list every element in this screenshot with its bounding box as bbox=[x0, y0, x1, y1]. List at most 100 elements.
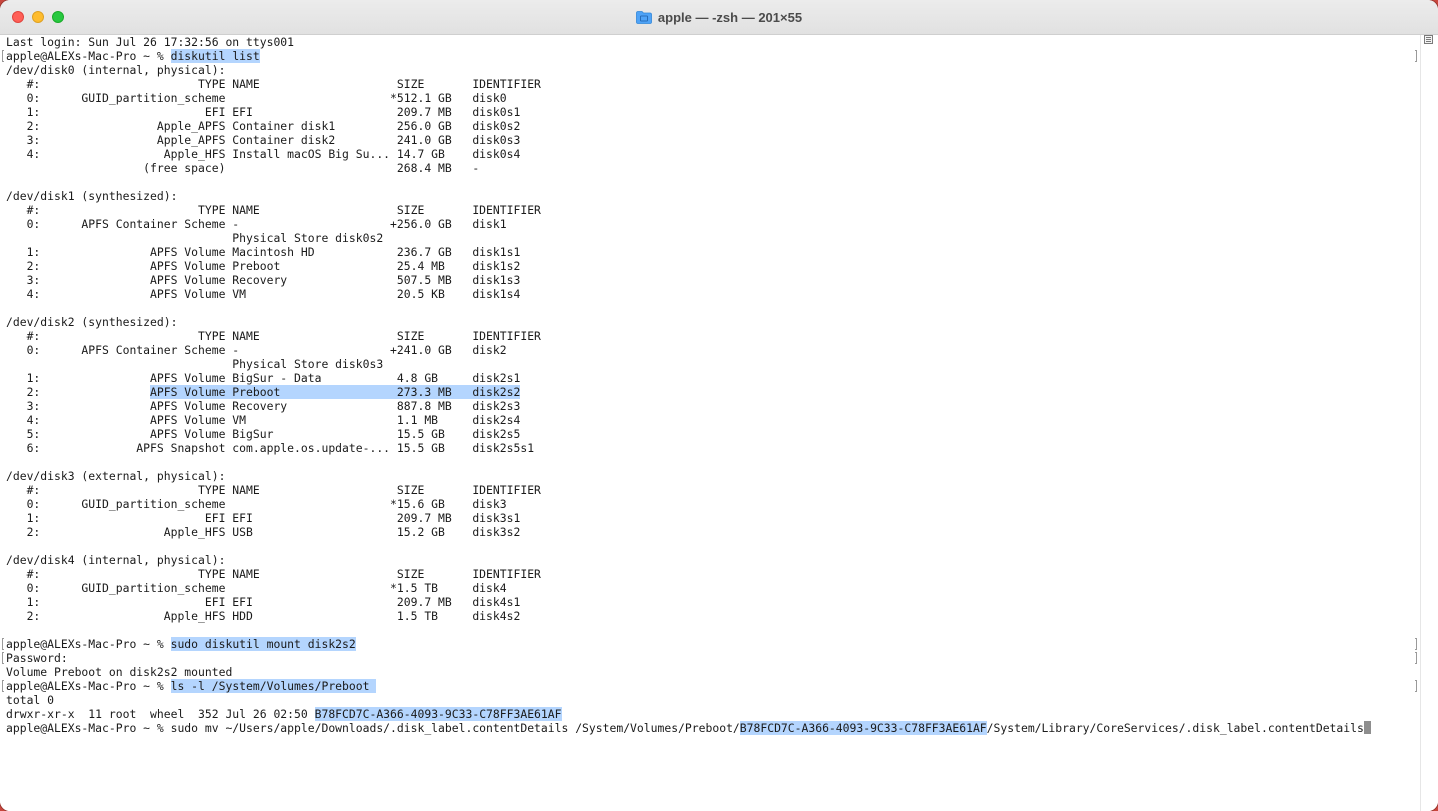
terminal-line: /dev/disk0 (internal, physical): bbox=[6, 63, 1411, 77]
terminal-text: 6: APFS Snapshot com.apple.os.update-...… bbox=[6, 441, 535, 455]
terminal-text: 2: Apple_HFS HDD 1.5 TB disk4s2 bbox=[6, 609, 521, 623]
terminal-line: 2: Apple_APFS Container disk1 256.0 GB d… bbox=[6, 119, 1411, 133]
terminal-line: drwxr-xr-x 11 root wheel 352 Jul 26 02:5… bbox=[6, 707, 1411, 721]
terminal-line: 4: APFS Volume VM 1.1 MB disk2s4 bbox=[6, 413, 1411, 427]
terminal-text: apple@ALEXs-Mac-Pro ~ % bbox=[6, 637, 171, 651]
terminal-text: Physical Store disk0s3 bbox=[6, 357, 384, 371]
terminal-text: 0: APFS Container Scheme - +256.0 GB dis… bbox=[6, 217, 507, 231]
prompt-mark-left bbox=[2, 638, 4, 650]
prompt-mark-right bbox=[1415, 638, 1417, 650]
selected-text: B78FCD7C-A366-4093-9C33-C78FF3AE61AF bbox=[314, 707, 562, 721]
prompt-mark-left bbox=[2, 680, 4, 692]
selected-text: diskutil list bbox=[170, 49, 260, 63]
terminal-line: 0: GUID_partition_scheme *512.1 GB disk0 bbox=[6, 91, 1411, 105]
terminal-line: Physical Store disk0s3 bbox=[6, 357, 1411, 371]
terminal-text: 0: GUID_partition_scheme *512.1 GB disk0 bbox=[6, 91, 507, 105]
prompt-mark-left bbox=[2, 50, 4, 62]
terminal-line: 0: APFS Container Scheme - +241.0 GB dis… bbox=[6, 343, 1411, 357]
terminal-line: #: TYPE NAME SIZE IDENTIFIER bbox=[6, 329, 1411, 343]
terminal-line: /dev/disk3 (external, physical): bbox=[6, 469, 1411, 483]
terminal-line: 4: APFS Volume VM 20.5 KB disk1s4 bbox=[6, 287, 1411, 301]
text-cursor bbox=[1363, 721, 1371, 734]
terminal-line: 2: Apple_HFS USB 15.2 GB disk3s2 bbox=[6, 525, 1411, 539]
terminal-line: #: TYPE NAME SIZE IDENTIFIER bbox=[6, 203, 1411, 217]
terminal-text: 4: APFS Volume VM 20.5 KB disk1s4 bbox=[6, 287, 521, 301]
terminal-line: 1: APFS Volume Macintosh HD 236.7 GB dis… bbox=[6, 245, 1411, 259]
terminal-text: total 0 bbox=[6, 693, 55, 707]
terminal-text: 0: GUID_partition_scheme *15.6 GB disk3 bbox=[6, 497, 507, 511]
prompt-mark-right bbox=[1415, 680, 1417, 692]
terminal-line: 5: APFS Volume BigSur 15.5 GB disk2s5 bbox=[6, 427, 1411, 441]
terminal-line: 3: Apple_APFS Container disk2 241.0 GB d… bbox=[6, 133, 1411, 147]
terminal-text: 1: EFI EFI 209.7 MB disk4s1 bbox=[6, 595, 521, 609]
terminal-text: #: TYPE NAME SIZE IDENTIFIER bbox=[6, 203, 541, 217]
terminal-text: 4: Apple_HFS Install macOS Big Su... 14.… bbox=[6, 147, 521, 161]
selected-text: sudo diskutil mount disk2s2 bbox=[170, 637, 356, 651]
terminal-text: /dev/disk0 (internal, physical): bbox=[6, 63, 226, 77]
terminal-text: (free space) 268.4 MB - bbox=[6, 161, 480, 175]
terminal-text: apple@ALEXs-Mac-Pro ~ % bbox=[6, 49, 171, 63]
terminal-text: #: TYPE NAME SIZE IDENTIFIER bbox=[6, 77, 541, 91]
terminal-line: apple@ALEXs-Mac-Pro ~ % ls -l /System/Vo… bbox=[2, 679, 1417, 693]
terminal-window: apple — -zsh — 201×55 Last login: Sun Ju… bbox=[0, 0, 1438, 811]
terminal-line: 3: APFS Volume Recovery 887.8 MB disk2s3 bbox=[6, 399, 1411, 413]
terminal-line: /dev/disk2 (synthesized): bbox=[6, 315, 1411, 329]
vertical-scrollbar[interactable] bbox=[1420, 35, 1438, 811]
terminal-line: Physical Store disk0s2 bbox=[6, 231, 1411, 245]
terminal-text: /dev/disk1 (synthesized): bbox=[6, 189, 178, 203]
terminal-line: Password: bbox=[2, 651, 1417, 665]
terminal-line: 6: APFS Snapshot com.apple.os.update-...… bbox=[6, 441, 1411, 455]
terminal-text: 1: EFI EFI 209.7 MB disk0s1 bbox=[6, 105, 521, 119]
terminal-line: apple@ALEXs-Mac-Pro ~ % sudo diskutil mo… bbox=[2, 637, 1417, 651]
terminal-text: 3: APFS Volume Recovery 887.8 MB disk2s3 bbox=[6, 399, 521, 413]
prompt-mark-left bbox=[2, 652, 4, 664]
terminal-line: 2: APFS Volume Preboot 273.3 MB disk2s2 bbox=[6, 385, 1411, 399]
terminal-line: 1: EFI EFI 209.7 MB disk4s1 bbox=[6, 595, 1411, 609]
terminal-text: 2: APFS Volume Preboot 25.4 MB disk1s2 bbox=[6, 259, 521, 273]
terminal-line: 4: Apple_HFS Install macOS Big Su... 14.… bbox=[6, 147, 1411, 161]
terminal-line: 0: GUID_partition_scheme *15.6 GB disk3 bbox=[6, 497, 1411, 511]
terminal-line: total 0 bbox=[6, 693, 1411, 707]
window-title: apple — -zsh — 201×55 bbox=[657, 9, 803, 25]
terminal-text: /dev/disk2 (synthesized): bbox=[6, 315, 178, 329]
terminal-line: 1: EFI EFI 209.7 MB disk3s1 bbox=[6, 511, 1411, 525]
terminal-line: 0: APFS Container Scheme - +256.0 GB dis… bbox=[6, 217, 1411, 231]
terminal-line: 0: GUID_partition_scheme *1.5 TB disk4 bbox=[6, 581, 1411, 595]
terminal-text: #: TYPE NAME SIZE IDENTIFIER bbox=[6, 329, 541, 343]
terminal-content[interactable]: Last login: Sun Jul 26 17:32:56 on ttys0… bbox=[0, 35, 1438, 811]
terminal-text: Password: bbox=[6, 651, 68, 665]
terminal-text: 1: APFS Volume Macintosh HD 236.7 GB dis… bbox=[6, 245, 521, 259]
terminal-text: #: TYPE NAME SIZE IDENTIFIER bbox=[6, 483, 541, 497]
terminal-line: /dev/disk1 (synthesized): bbox=[6, 189, 1411, 203]
terminal-text: #: TYPE NAME SIZE IDENTIFIER bbox=[6, 567, 541, 581]
terminal-line: /dev/disk4 (internal, physical): bbox=[6, 553, 1411, 567]
terminal-text: apple@ALEXs-Mac-Pro ~ % bbox=[6, 679, 171, 693]
terminal-text: drwxr-xr-x 11 root wheel 352 Jul 26 02:5… bbox=[6, 707, 315, 721]
title-bar[interactable]: apple — -zsh — 201×55 bbox=[0, 0, 1438, 35]
terminal-line: (free space) 268.4 MB - bbox=[6, 161, 1411, 175]
terminal-text: /System/Library/CoreServices/.disk_label… bbox=[986, 721, 1364, 735]
terminal-line: #: TYPE NAME SIZE IDENTIFIER bbox=[6, 77, 1411, 91]
terminal-line: Volume Preboot on disk2s2 mounted bbox=[6, 665, 1411, 679]
terminal-text: 1: EFI EFI 209.7 MB disk3s1 bbox=[6, 511, 521, 525]
terminal-line: 1: APFS Volume BigSur - Data 4.8 GB disk… bbox=[6, 371, 1411, 385]
terminal-line: apple@ALEXs-Mac-Pro ~ % sudo mv ~/Users/… bbox=[6, 721, 1411, 735]
terminal-text: 2: bbox=[6, 385, 151, 399]
terminal-text: Physical Store disk0s2 bbox=[6, 231, 384, 245]
terminal-line: Last login: Sun Jul 26 17:32:56 on ttys0… bbox=[6, 35, 1411, 49]
window-title-group: apple — -zsh — 201×55 bbox=[0, 0, 1438, 34]
terminal-line: 2: Apple_HFS HDD 1.5 TB disk4s2 bbox=[6, 609, 1411, 623]
terminal-text: /dev/disk4 (internal, physical): bbox=[6, 553, 226, 567]
terminal-text: apple@ALEXs-Mac-Pro ~ % sudo mv ~/Users/… bbox=[6, 721, 740, 735]
terminal-text: 3: APFS Volume Recovery 507.5 MB disk1s3 bbox=[6, 273, 521, 287]
folder-icon bbox=[636, 10, 652, 24]
terminal-line: 3: APFS Volume Recovery 507.5 MB disk1s3 bbox=[6, 273, 1411, 287]
terminal-text: 1: APFS Volume BigSur - Data 4.8 GB disk… bbox=[6, 371, 521, 385]
terminal-output[interactable]: Last login: Sun Jul 26 17:32:56 on ttys0… bbox=[2, 35, 1417, 811]
scroll-menu-icon[interactable] bbox=[1424, 35, 1433, 44]
